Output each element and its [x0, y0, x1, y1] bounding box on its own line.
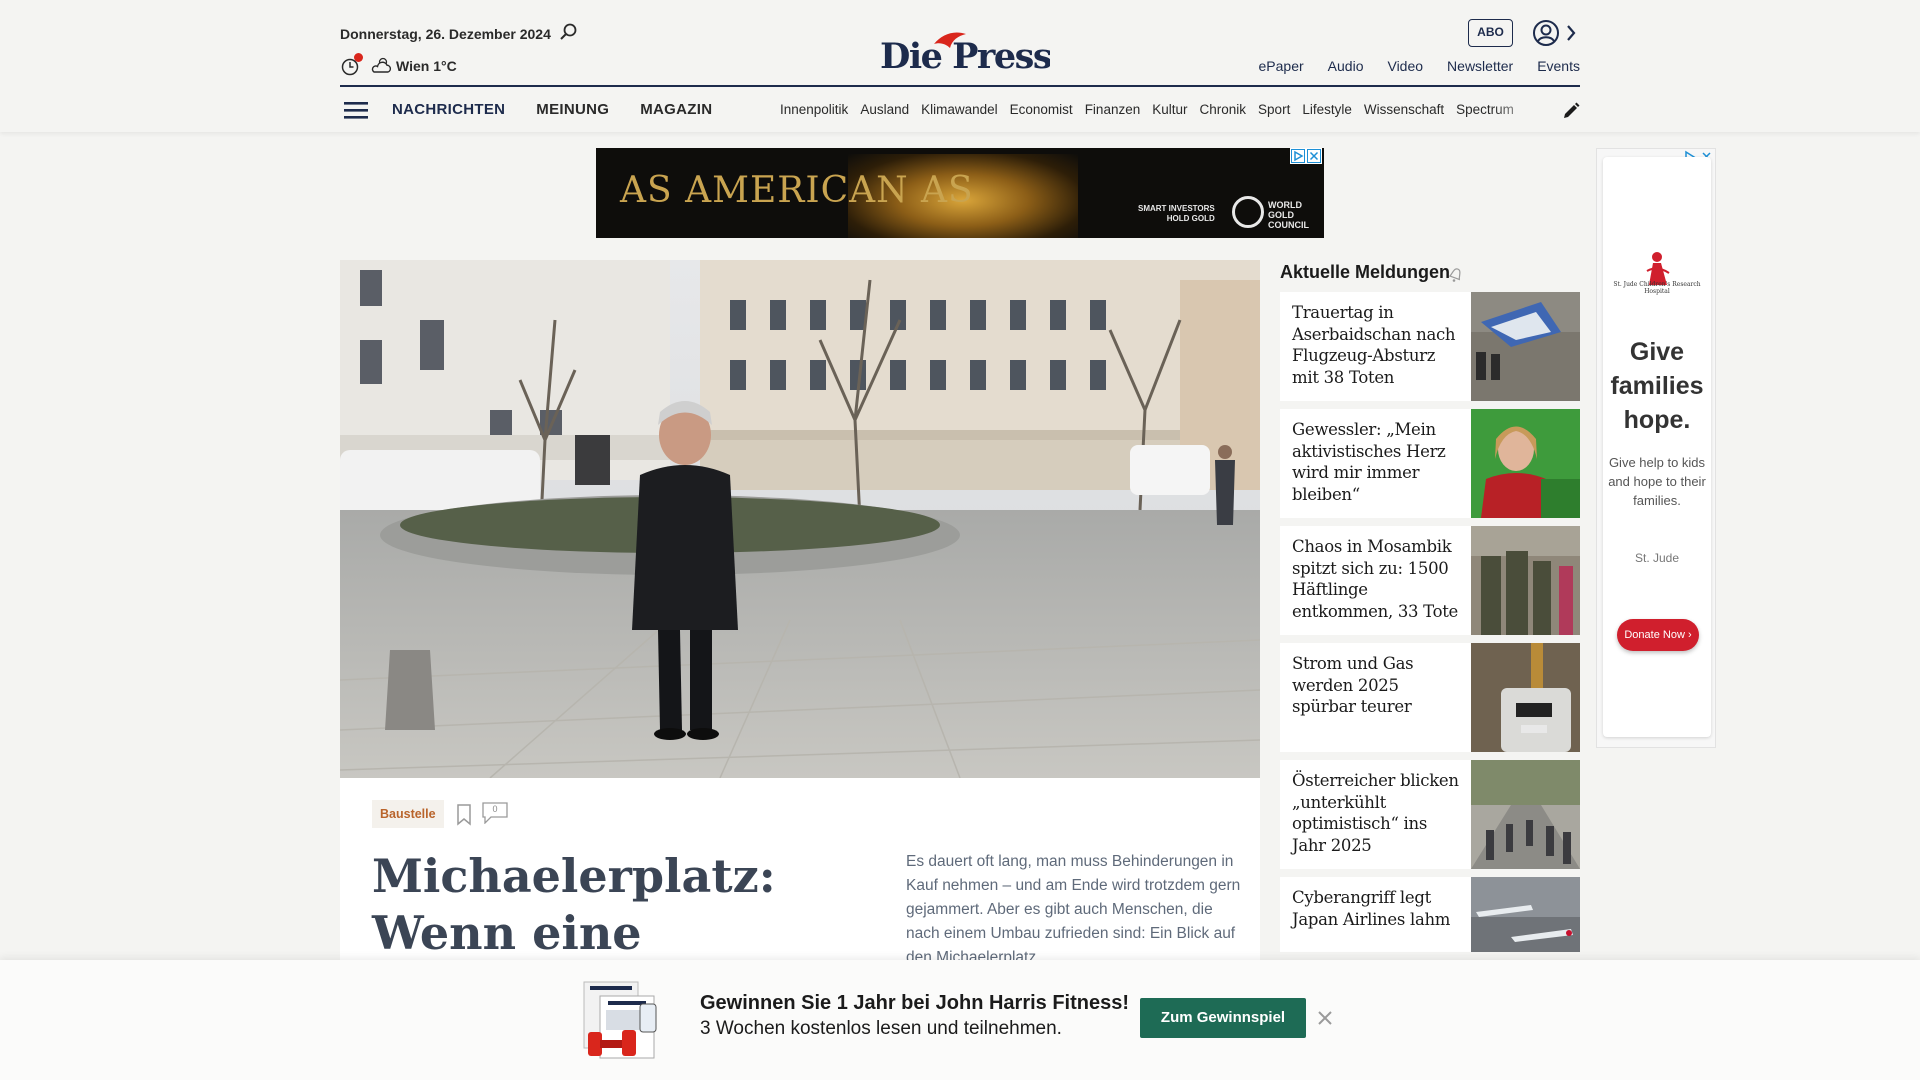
abo-button[interactable]: ABO	[1468, 19, 1513, 47]
bell-icon[interactable]	[1448, 265, 1464, 283]
news-thumb-soldiers	[1471, 526, 1580, 635]
news-item-title: Gewessler: „Mein aktivistisches Herz wir…	[1292, 420, 1446, 504]
subnav-fade	[1492, 96, 1542, 124]
subnav-item[interactable]: Klimawandel	[921, 102, 998, 117]
nav-magazin[interactable]: MAGAZIN	[640, 101, 712, 118]
skyscraper-ad[interactable]: St. Jude Children's Research Hospital Gi…	[1596, 148, 1716, 748]
section-nav: Innenpolitik Ausland Klimawandel Economist F…	[780, 102, 1540, 120]
news-thumb-airplanes	[1471, 877, 1580, 952]
news-item-title: Chaos in Mosambik spitzt sich zu: 1500 H…	[1292, 537, 1459, 621]
news-thumb-gas-meter	[1471, 643, 1580, 752]
clock-icon[interactable]	[341, 53, 363, 77]
cloud-sun-icon	[371, 57, 392, 73]
nav-meinung[interactable]: MEINUNG	[536, 101, 609, 118]
site-logo[interactable]: Die Presse	[880, 28, 1074, 77]
subnav-item[interactable]: Kultur	[1152, 102, 1187, 117]
ad-choices[interactable]	[1290, 148, 1322, 164]
user-icon[interactable]	[1532, 19, 1560, 47]
pencil-icon[interactable]	[1562, 102, 1580, 120]
news-thumb-politician	[1471, 409, 1580, 518]
news-item-title: Trauertag in Aserbaidschan nach Flugzeug…	[1292, 303, 1456, 387]
subnav-item[interactable]: Economist	[1010, 102, 1073, 117]
subnav-item[interactable]: Sport	[1258, 102, 1290, 117]
subnav-item[interactable]: Ausland	[860, 102, 909, 117]
ad-brand-logo	[1232, 196, 1264, 228]
sky-ad-logo-text: St. Jude Children's Research Hospital	[1613, 281, 1701, 295]
link-epaper[interactable]: ePaper	[1259, 58, 1304, 74]
ad-tagline: SMART INVESTORS HOLD GOLD	[1138, 204, 1215, 223]
subnav-item[interactable]: Chronik	[1200, 102, 1247, 117]
header-divider	[340, 85, 1580, 87]
subnav-item[interactable]: Wissenschaft	[1364, 102, 1444, 117]
notification-dot	[354, 53, 363, 62]
weather-text: Wien 1°C	[396, 58, 457, 74]
close-icon[interactable]	[1307, 149, 1321, 163]
header-inner: Donnerstag, 26. Dezember 2024 Wien 1°C D…	[340, 0, 1580, 132]
close-icon[interactable]	[1317, 1010, 1333, 1026]
news-thumb-plane-wreck	[1471, 292, 1580, 401]
donate-now-button[interactable]: Donate Now ›	[1617, 619, 1699, 651]
top-links: ePaper Audio Video Newsletter Events	[1259, 58, 1580, 74]
main-nav: NACHRICHTEN MEINUNG MAGAZIN	[392, 101, 712, 118]
news-item[interactable]: Österreicher blicken „unterkühlt optimis…	[1280, 760, 1580, 869]
ad-banner[interactable]: AS AMERICAN AS SMART INVESTORS HOLD GOLD…	[596, 148, 1324, 238]
news-item[interactable]: Strom und Gas werden 2025 spürbar teurer	[1280, 643, 1580, 752]
link-newsletter[interactable]: Newsletter	[1447, 58, 1513, 74]
news-item[interactable]: Gewessler: „Mein aktivistisches Herz wir…	[1280, 409, 1580, 518]
news-thumb-street-crowd	[1471, 760, 1580, 869]
link-events[interactable]: Events	[1537, 58, 1580, 74]
skyscraper-ad-card: St. Jude Children's Research Hospital Gi…	[1603, 157, 1711, 737]
news-item[interactable]: Cyberangriff legt Japan Airlines lahm	[1280, 877, 1580, 952]
gewinnspiel-button[interactable]: Zum Gewinnspiel	[1140, 998, 1306, 1038]
article-lead: Es dauert oft lang, man muss Behinderung…	[906, 853, 1241, 966]
subnav-item[interactable]: Lifestyle	[1302, 102, 1352, 117]
bookmark-icon[interactable]	[456, 804, 472, 826]
logo-mark-icon	[934, 32, 966, 48]
promo-newspaper-dumbbell-image	[583, 981, 657, 1059]
ad-choices-icon[interactable]	[1291, 149, 1305, 163]
news-item[interactable]: Trauertag in Aserbaidschan nach Flugzeug…	[1280, 292, 1580, 401]
news-item-title: Strom und Gas werden 2025 spürbar teurer	[1292, 654, 1414, 716]
sky-ad-brand: St. Jude	[1634, 551, 1680, 565]
link-video[interactable]: Video	[1387, 58, 1423, 74]
link-audio[interactable]: Audio	[1328, 58, 1364, 74]
site-header: Donnerstag, 26. Dezember 2024 Wien 1°C D…	[0, 0, 1920, 132]
ad-headline: AS AMERICAN AS	[620, 170, 974, 211]
news-section-title: Aktuelle Meldungen	[1280, 262, 1451, 282]
ad-brand-name: WORLD GOLD COUNCIL	[1268, 200, 1309, 230]
promo-bar: Gewinnen Sie 1 Jahr bei John Harris Fitn…	[0, 960, 1920, 1080]
promo-title: Gewinnen Sie 1 Jahr bei John Harris Fitn…	[700, 992, 1130, 1014]
article-tag[interactable]: Baustelle	[372, 800, 444, 828]
news-item[interactable]: Chaos in Mosambik spitzt sich zu: 1500 H…	[1280, 526, 1580, 635]
promo-subtitle: 3 Wochen kostenlos lesen und teilnehmen.	[700, 1018, 1062, 1039]
sky-ad-subtext: Give help to kids and hope to their fami…	[1608, 455, 1706, 508]
nav-nachrichten[interactable]: NACHRICHTEN	[392, 101, 505, 118]
news-item-title: Cyberangriff legt Japan Airlines lahm	[1292, 888, 1451, 929]
sky-ad-headline: Give families hope.	[1610, 338, 1704, 434]
current-date: Donnerstag, 26. Dezember 2024	[340, 26, 551, 42]
news-item-title: Österreicher blicken „unterkühlt optimis…	[1292, 771, 1459, 855]
search-icon[interactable]	[558, 22, 578, 42]
hero-image[interactable]	[340, 260, 1260, 778]
subnav-item[interactable]: Finanzen	[1085, 102, 1141, 117]
hamburger-menu-icon[interactable]	[344, 100, 368, 120]
comment-count: 0	[492, 804, 498, 814]
chevron-right-icon[interactable]	[1564, 22, 1578, 44]
subnav-item[interactable]: Innenpolitik	[780, 102, 848, 117]
